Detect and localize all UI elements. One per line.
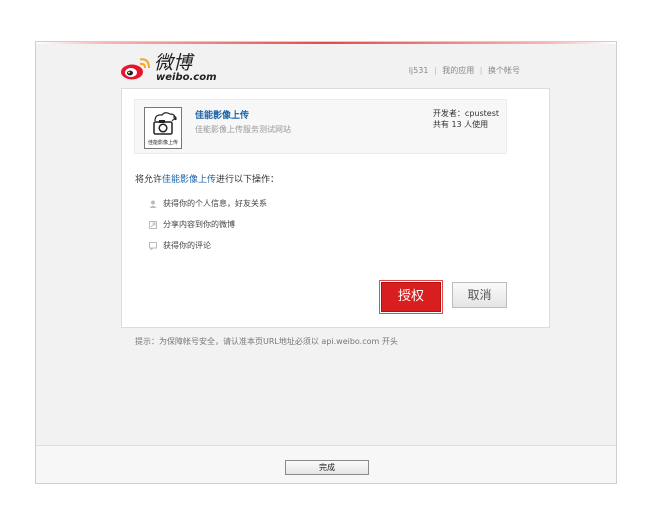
security-hint: 提示：为保障帐号安全，请认准本页URL地址必须以 api.weibo.com 开… xyxy=(135,337,398,346)
done-button[interactable]: 完成 xyxy=(285,460,369,475)
permission-label: 获得你的评论 xyxy=(163,241,211,250)
comment-icon xyxy=(149,241,157,250)
dialog-footer: 完成 xyxy=(36,445,616,483)
share-icon xyxy=(149,220,157,229)
users-count: 共有 13 人使用 xyxy=(432,120,489,129)
user-links: lj531 | 我的应用 | 换个帐号 xyxy=(409,65,520,76)
divider: | xyxy=(479,66,483,75)
permission-prefix: 将允许 xyxy=(135,175,163,185)
logo-text: 微博 xyxy=(154,52,193,74)
header: 微博 weibo.com lj531 | 我的应用 | 换个帐号 xyxy=(36,44,616,88)
permission-heading: 将允许佳能影像上传进行以下操作： xyxy=(135,172,279,185)
logo-subtext: weibo.com xyxy=(156,72,217,83)
switch-account-link[interactable]: 换个帐号 xyxy=(488,66,520,75)
username-link[interactable]: lj531 xyxy=(409,66,429,75)
weibo-eye-icon xyxy=(121,58,150,80)
app-description: 佳能影像上传服务测试网站 xyxy=(195,125,291,134)
permission-suffix: 进行以下操作： xyxy=(216,175,280,185)
app-logo: 佳能影像上传 xyxy=(144,107,182,149)
auth-window: 微博 weibo.com lj531 | 我的应用 | 换个帐号 佳能影像上传 xyxy=(35,41,617,484)
app-info-box: 佳能影像上传 佳能影像上传 佳能影像上传服务测试网站 开发者：cpustest … xyxy=(134,99,507,154)
permission-item: 分享内容到你的微博 xyxy=(149,219,235,230)
cancel-button[interactable]: 取消 xyxy=(452,282,507,308)
developer-label: 开发者：cpustest xyxy=(432,109,499,118)
permission-label: 分享内容到你的微博 xyxy=(163,220,235,229)
authorize-button[interactable]: 授权 xyxy=(379,280,443,314)
developer-info: 开发者：cpustest 共有 13 人使用 xyxy=(433,108,499,130)
user-icon xyxy=(149,200,157,208)
weibo-logo[interactable]: 微博 weibo.com xyxy=(120,52,220,88)
permission-label: 获得你的个人信息，好友关系 xyxy=(163,199,267,208)
permission-item: 获得你的评论 xyxy=(149,240,211,251)
permission-app-link[interactable]: 佳能影像上传 xyxy=(162,175,216,185)
app-name-link[interactable]: 佳能影像上传 xyxy=(195,108,249,121)
camera-cloud-icon xyxy=(153,112,177,135)
my-apps-link[interactable]: 我的应用 xyxy=(442,66,474,75)
divider: | xyxy=(433,66,437,75)
app-logo-caption: 佳能影像上传 xyxy=(147,140,178,146)
auth-card: 佳能影像上传 佳能影像上传 佳能影像上传服务测试网站 开发者：cpustest … xyxy=(121,88,550,328)
permission-item: 获得你的个人信息，好友关系 xyxy=(149,198,267,209)
